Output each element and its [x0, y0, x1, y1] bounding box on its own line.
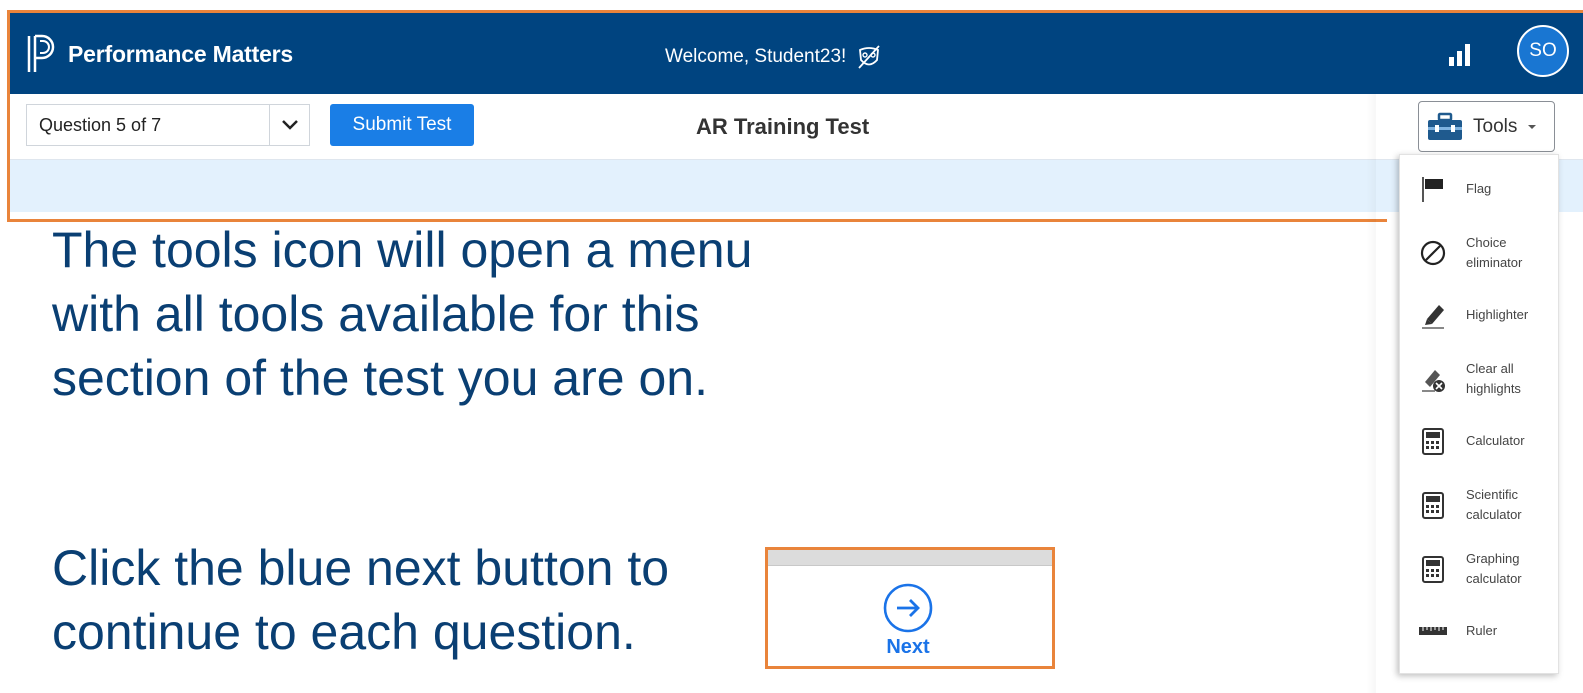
tool-label: Graphing calculator	[1466, 551, 1522, 586]
tool-item-calculator[interactable]: Calculator	[1400, 415, 1558, 467]
next-button[interactable]: Next	[882, 582, 934, 659]
next-button-highlight-frame: Next	[765, 547, 1055, 669]
tool-item-clear-highlights[interactable]: Clear all highlights	[1400, 353, 1558, 405]
tool-item-highlighter[interactable]: Highlighter	[1400, 289, 1558, 341]
next-instruction-text: Click the blue next button to continue t…	[52, 540, 670, 660]
tool-label: Clear all highlights	[1466, 361, 1521, 396]
toolbox-icon	[1428, 112, 1462, 140]
choice-eliminator-icon	[1418, 238, 1448, 268]
tool-item-choice-eliminator[interactable]: Choice eliminator	[1400, 227, 1558, 279]
signal-bars-icon[interactable]	[1447, 42, 1473, 68]
tool-label: Flag	[1466, 181, 1492, 196]
tools-button[interactable]: Tools	[1418, 101, 1555, 152]
clear-highlights-icon	[1418, 364, 1448, 394]
header-highlight-frame-top	[1383, 10, 1583, 13]
scientific-calculator-icon	[1418, 490, 1448, 520]
highlighter-icon	[1418, 300, 1448, 330]
tool-item-flag[interactable]: Flag	[1400, 163, 1558, 215]
footer-strip	[768, 550, 1052, 566]
calculator-icon	[1418, 426, 1448, 456]
tool-label: Scientific calculator	[1466, 487, 1522, 522]
tools-menu: Flag Choice eliminator Highlighter Clear…	[1399, 154, 1559, 674]
tools-label: Tools	[1473, 115, 1518, 137]
tool-label: Highlighter	[1466, 307, 1529, 322]
header-highlight-frame	[7, 10, 1387, 222]
arrow-right-circle-icon	[883, 583, 933, 633]
tool-label: Calculator	[1466, 433, 1525, 448]
tool-item-ruler[interactable]: Ruler	[1400, 605, 1558, 657]
tool-label: Choice eliminator	[1466, 235, 1523, 270]
graphing-calculator-icon	[1418, 554, 1448, 584]
menu-backdrop	[1366, 94, 1376, 693]
caret-down-icon	[1528, 124, 1537, 129]
tool-label: Ruler	[1466, 623, 1498, 638]
ruler-icon	[1418, 616, 1448, 646]
tools-instruction-text: The tools icon will open a menu with all…	[52, 222, 753, 406]
tool-item-graphing-calculator[interactable]: Graphing calculator	[1400, 543, 1558, 595]
user-avatar[interactable]: SO	[1517, 25, 1569, 77]
tool-item-scientific-calculator[interactable]: Scientific calculator	[1400, 479, 1558, 531]
flag-icon	[1418, 174, 1448, 204]
next-button-label: Next	[886, 636, 930, 658]
